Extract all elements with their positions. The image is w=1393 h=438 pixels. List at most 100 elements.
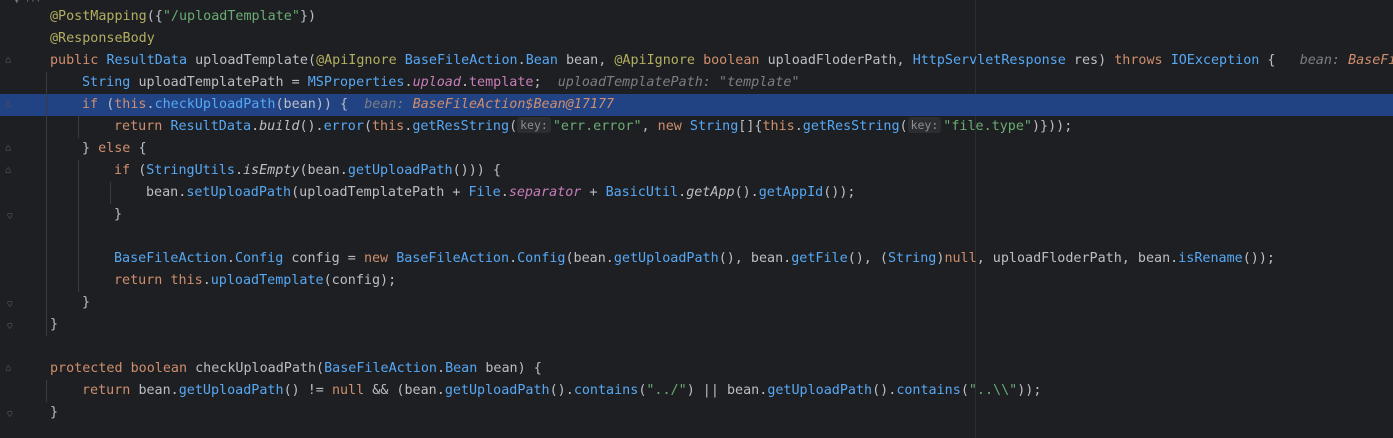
code-line[interactable]: bean.setUploadPath(uploadTemplatePath + … xyxy=(20,182,1393,204)
code-token: Config xyxy=(517,251,566,266)
code-token: + xyxy=(581,185,606,200)
code-line[interactable]: return this.uploadTemplate(config); xyxy=(20,270,1393,292)
code-token: bean. xyxy=(146,185,187,200)
code-line[interactable]: BaseFileAction.Config config = new BaseF… xyxy=(20,248,1393,270)
code-line-current-breakpoint[interactable]: if (this.checkUploadPath(bean)) { bean: … xyxy=(0,94,1393,116)
keyword-token: else xyxy=(98,141,139,156)
code-token: getFile xyxy=(791,251,848,266)
code-token: (bean. xyxy=(299,163,348,178)
code-token: ( xyxy=(899,119,908,134)
code-token: (uploadTemplatePath + xyxy=(291,185,469,200)
code-line[interactable]: public ResultData uploadTemplate(@ApiIgn… xyxy=(20,50,1393,72)
fold-toggle-icon[interactable]: ⌂ xyxy=(5,364,13,374)
code-token: config = xyxy=(283,251,364,266)
code-token: . xyxy=(146,97,155,112)
code-token: }) xyxy=(299,9,317,24)
code-token: (). xyxy=(872,383,897,398)
code-editor[interactable]: ▾ ··· @PostMapping({"/uploadTemplate"}) @… xyxy=(0,0,1393,438)
code-line[interactable]: protected boolean checkUploadPath(BaseFi… xyxy=(20,358,1393,380)
code-token: File xyxy=(468,185,501,200)
fold-toggle-icon[interactable]: ⌂ xyxy=(5,320,13,331)
code-line[interactable] xyxy=(20,226,1393,248)
code-token: )); xyxy=(1017,383,1042,398)
code-token: setUploadPath xyxy=(186,185,292,200)
code-token: , xyxy=(641,119,658,134)
code-line[interactable]: } else { xyxy=(20,138,1393,160)
code-line[interactable]: @PostMapping({"/uploadTemplate"}) xyxy=(20,6,1393,28)
code-line-content: bean.setUploadPath(uploadTemplatePath + … xyxy=(146,182,856,204)
code-line[interactable]: return bean.getUploadPath() != null && (… xyxy=(20,380,1393,402)
code-token: )})); xyxy=(1031,119,1073,134)
code-line[interactable]: return ResultData.build().error(this.get… xyxy=(20,116,1393,138)
code-token: checkUploadPath xyxy=(154,97,276,112)
code-area[interactable]: @PostMapping({"/uploadTemplate"}) @Respon… xyxy=(0,0,1393,438)
keyword-token: this xyxy=(762,119,795,134)
keyword-token: null xyxy=(331,383,365,398)
code-line-content: return bean.getUploadPath() != null && (… xyxy=(82,380,1041,402)
keyword-token: public xyxy=(50,53,107,68)
code-token: error xyxy=(323,119,364,134)
debug-inline-value: BaseFileAction$Bean@17177 xyxy=(412,97,615,112)
fold-toggle-icon[interactable]: ⌂ xyxy=(5,100,13,110)
parameter-name-hint: key: xyxy=(907,117,942,133)
code-line-content: protected boolean checkUploadPath(BaseFi… xyxy=(50,358,542,380)
keyword-token: boolean xyxy=(703,53,768,68)
code-token: getUploadPath xyxy=(444,383,550,398)
code-token: . xyxy=(517,53,526,68)
code-token: BasicUtil xyxy=(605,185,679,200)
code-line[interactable]: } xyxy=(20,204,1393,226)
code-token: } xyxy=(82,295,91,310)
code-token: ()); xyxy=(823,185,856,200)
code-token: Config xyxy=(234,251,284,266)
code-token: . xyxy=(437,361,446,376)
code-token: ResultData xyxy=(106,53,196,68)
code-line[interactable]: } xyxy=(20,292,1393,314)
code-line[interactable]: } xyxy=(20,314,1393,336)
code-token: , uploadFloderPath, bean. xyxy=(976,251,1179,266)
code-token: template xyxy=(469,75,534,90)
code-line[interactable]: } xyxy=(20,402,1393,424)
code-line-content: return ResultData.build().error(this.get… xyxy=(114,116,1072,138)
string-literal: "../" xyxy=(646,383,687,398)
code-token: bean. xyxy=(138,383,179,398)
code-line-content: } xyxy=(82,292,90,314)
code-token: uploadFloderPath, xyxy=(767,53,913,68)
code-token: } xyxy=(82,141,99,156)
fold-toggle-icon[interactable]: ⌂ xyxy=(5,298,13,309)
code-token: (config); xyxy=(323,273,397,288)
fold-toggle-icon[interactable]: ⌂ xyxy=(5,166,13,176)
code-token: { xyxy=(138,141,147,156)
debug-inline-value: bean: xyxy=(364,97,413,112)
code-line-content: @ResponseBody xyxy=(50,28,155,50)
code-token: ( xyxy=(363,119,372,134)
code-line-content: } else { xyxy=(82,138,147,160)
fold-toggle-icon[interactable]: ⌂ xyxy=(5,56,13,66)
code-token: ()); xyxy=(1242,251,1275,266)
code-line[interactable]: String uploadTemplatePath = MSProperties… xyxy=(20,72,1393,94)
code-token: MSProperties xyxy=(307,75,405,90)
fold-toggle-icon[interactable]: ⌂ xyxy=(5,210,13,221)
code-token: ) || bean. xyxy=(686,383,768,398)
code-token: . xyxy=(500,185,509,200)
fold-toggle-icon[interactable]: ⌂ xyxy=(5,144,13,154)
code-line-content: if (this.checkUploadPath(bean)) { bean: … xyxy=(82,94,614,116)
code-token: . xyxy=(251,119,260,134)
code-line-content: return this.uploadTemplate(config); xyxy=(114,270,396,292)
indent-guide xyxy=(110,182,111,204)
code-token: . xyxy=(794,119,803,134)
code-token: && (bean. xyxy=(364,383,445,398)
code-line[interactable]: @ResponseBody xyxy=(20,28,1393,50)
code-token: getAppId xyxy=(758,185,824,200)
code-line[interactable] xyxy=(20,336,1393,358)
code-line-content: BaseFileAction.Config config = new BaseF… xyxy=(114,248,1275,270)
code-line[interactable]: if (StringUtils.isEmpty(bean.getUploadPa… xyxy=(20,160,1393,182)
code-token: getApp xyxy=(686,185,735,200)
annotation-token: @PostMapping xyxy=(50,9,147,24)
keyword-token: if xyxy=(82,97,107,112)
code-token: getResString xyxy=(412,119,510,134)
indent-guide xyxy=(46,72,47,336)
code-token: uploadTemplatePath = xyxy=(138,75,308,90)
code-token: BaseFileAction xyxy=(396,251,510,266)
code-token: () != xyxy=(283,383,332,398)
fold-toggle-icon[interactable]: ⌂ xyxy=(5,408,13,419)
